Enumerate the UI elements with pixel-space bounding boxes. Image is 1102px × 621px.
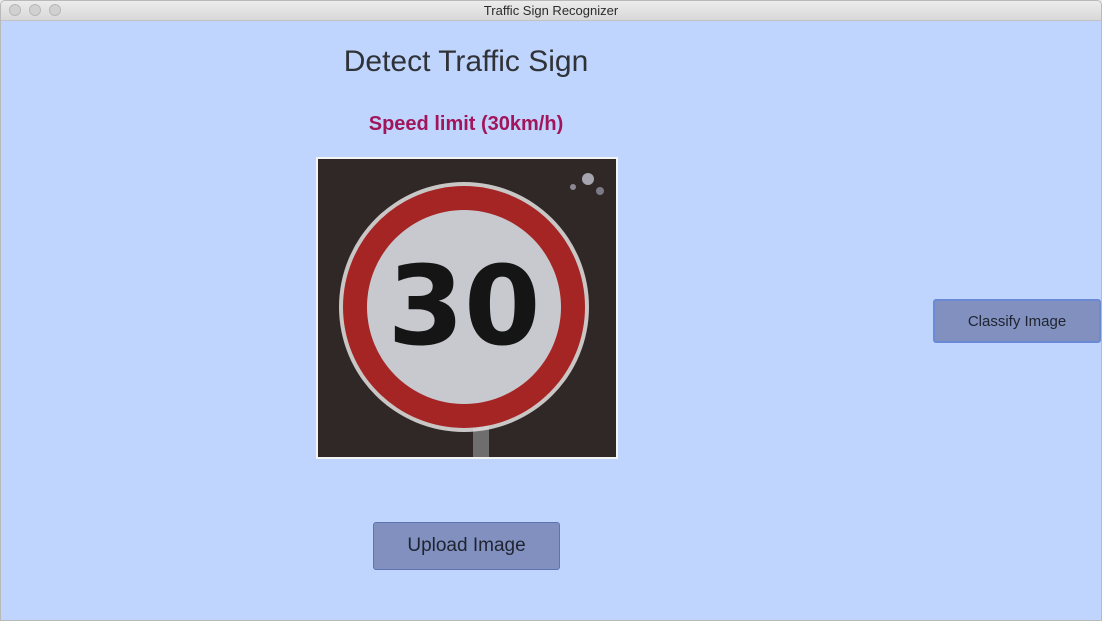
main-content: Detect Traffic Sign Speed limit (30km/h)…: [1, 21, 1101, 620]
window-title: Traffic Sign Recognizer: [483, 3, 619, 18]
sign-image: 30: [316, 157, 618, 459]
page-title: Detect Traffic Sign: [343, 45, 589, 78]
app-window: Traffic Sign Recognizer Detect Traffic S…: [0, 0, 1102, 621]
sign-number: 30: [387, 242, 540, 370]
prediction-label: Speed limit (30km/h): [368, 113, 564, 135]
title-bar: Traffic Sign Recognizer: [1, 1, 1101, 21]
classify-image-button[interactable]: Classify Image: [933, 299, 1101, 343]
speed-limit-sign-picture: 30: [318, 159, 616, 457]
upload-image-button[interactable]: Upload Image: [373, 522, 560, 570]
